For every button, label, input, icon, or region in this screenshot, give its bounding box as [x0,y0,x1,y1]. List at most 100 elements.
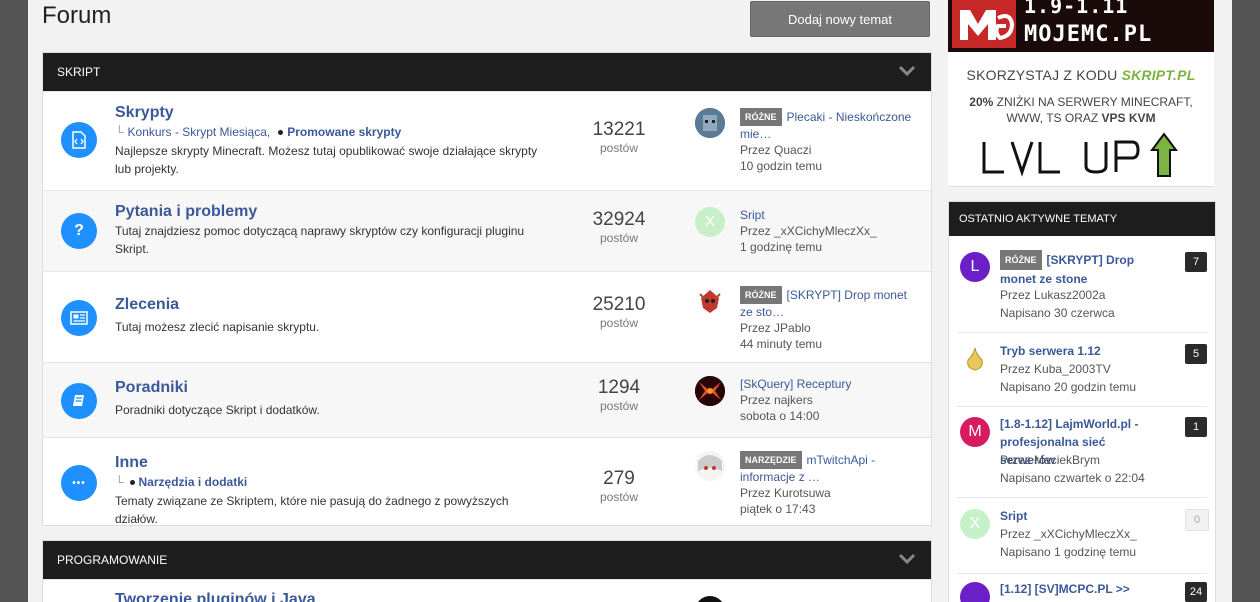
topic-tag: NARZĘDZIE [740,451,802,469]
username-link[interactable]: _xXCichyMleczXx_ [774,224,877,238]
last-post-title[interactable]: Sript [740,207,920,223]
post-count-value: 279 [603,468,635,489]
post-count-label: postów [599,141,639,155]
user-avatar[interactable]: L [960,252,990,282]
subforum-list: └ Konkurs - Skrypt Miesiąca, Promowane skr… [115,125,401,139]
last-post-author: Przez najkers [740,392,920,408]
username-link[interactable]: Lukasz2002a [1034,288,1105,302]
user-avatar[interactable] [695,108,725,138]
reply-count-badge: 5 [1185,344,1207,364]
topic-author: Przez _xXCichyMleczXx_ [1000,525,1137,543]
post-count: 13221 postów [578,119,660,155]
post-count-value: 25210 [592,294,646,315]
username-link[interactable]: MaciekBrym [1034,453,1100,467]
by-prefix: Przez [1000,527,1031,541]
topic-title[interactable]: Sript [1000,507,1148,525]
forum-title[interactable]: Pytania i problemy [115,203,257,221]
recent-topic-item[interactable]: X Sript Przez _xXCichyMleczXx_ Napisano … [957,507,1209,574]
username-link[interactable]: Kuba_2003TV [1034,362,1111,376]
last-post-time: 10 godzin temu [740,159,823,173]
by-prefix: Przez [740,393,771,407]
page-wrapper: Forum Dodaj nowy temat SKRIPT Skrypty └ K… [28,0,1232,602]
promo-line2-bold: VPS KVM [1101,111,1156,125]
username-link[interactable]: Kurotsuwa [774,486,831,500]
topic-title[interactable]: RÓŻNE [SKRYPT] Drop monet ze stone [1000,250,1148,288]
topic-tag: RÓŻNE [740,108,782,126]
banner-site: MOJEMC.PL [1024,22,1153,47]
post-count: 25210 postów [578,294,660,330]
mojemc-banner[interactable]: 1.9-1.11 MOJEMC.PL [948,0,1214,52]
user-avatar[interactable] [960,582,990,602]
promo-banner[interactable]: 1.9-1.11 MOJEMC.PL SKORZYSTAJ Z KODU SKR… [948,0,1214,187]
collapse-chevron-icon[interactable] [897,549,917,569]
user-avatar[interactable] [695,451,725,481]
last-post-info: NARZĘDZIE mTwitchApi - informacje z … Prz… [740,451,920,517]
subforum-link[interactable]: Promowane skrypty [287,125,401,139]
user-avatar[interactable]: M [960,417,990,447]
forum-title[interactable]: Tworzenie pluginów i Java [115,591,316,602]
page-title: Forum [42,2,112,29]
subforum-link[interactable]: Konkurs - Skrypt Miesiąca, [128,125,271,139]
mojemc-logo-icon [952,0,1016,48]
topic-time: Napisano czwartek o 22:04 [1000,471,1145,485]
forum-description: Tutaj znajdziesz pomoc dotyczącą naprawy… [115,224,525,256]
username-link[interactable]: _xXCichyMleczXx_ [1034,527,1137,541]
forum-row-zlecenia: Zlecenia Tutaj możesz zlecić napisanie s… [43,271,931,362]
post-count-label: postów [599,231,639,245]
forum-title[interactable]: Skrypty [115,104,174,122]
last-post-info: Sript Przez _xXCichyMleczXx_ 1 godzinę t… [740,207,920,255]
forum-title[interactable]: Inne [115,454,148,472]
user-avatar[interactable] [695,286,725,316]
last-post-author: Przez _xXCichyMleczXx_ [740,223,920,239]
username-link[interactable]: JPablo [774,321,811,335]
unread-dot-icon [278,130,284,135]
forum-title[interactable]: Zlecenia [115,296,179,314]
topic-author: Przez Lukasz2002a [1000,286,1105,304]
user-avatar[interactable] [695,596,725,602]
topic-tag: RÓŻNE [740,286,782,304]
last-post-info: RÓŻNE [SKRYPT] Drop monet ze sto… Przez J… [740,286,920,352]
recent-topic-item[interactable]: M [1.8-1.12] LajmWorld.pl - profesjonaln… [957,415,1207,498]
user-avatar[interactable] [695,376,725,406]
recent-topic-item[interactable]: Tryb serwera 1.12 Przez Kuba_2003TV Napi… [957,342,1207,407]
forum-row-pytania: ? Pytania i problemy Tutaj znajdziesz po… [43,190,931,271]
reply-count-badge: 7 [1185,252,1207,272]
last-post-title[interactable]: [SkQuery] Receptury [740,376,920,392]
last-post-author: Przez Kurotsuwa [740,485,920,501]
forum-row-tworzenie: Tworzenie pluginów i Java [43,579,931,602]
new-topic-button[interactable]: Dodaj nowy temat [750,1,930,37]
user-avatar[interactable]: X [960,509,990,539]
onion-avatar-icon[interactable] [960,344,990,374]
promo-line1: ZNIŻKI NA SERWERY MINECRAFT, [996,95,1193,109]
promo-code-prefix: SKORZYSTAJ Z KODU [966,67,1118,83]
forum-description: Poradniki dotyczące Skript i dodatków. [115,403,320,417]
promo-code: SKRIPT.PL [1121,67,1196,83]
recent-topic-item[interactable]: [1.12] [SV]MCPC.PL >> Twój 24 [957,580,1207,602]
last-post-title[interactable]: RÓŻNE [SKRYPT] Drop monet ze sto… [740,286,920,320]
post-count-label: postów [599,399,639,413]
last-post-time: sobota o 14:00 [740,409,820,423]
collapse-chevron-icon[interactable] [897,61,917,81]
forum-row-poradniki: Poradniki Poradniki dotyczące Skript i d… [43,362,931,437]
last-post-title[interactable]: NARZĘDZIE mTwitchApi - informacje z … [740,451,920,485]
post-count: 1294 postów [578,377,660,413]
topic-title[interactable]: [1.12] [SV]MCPC.PL >> Twój [1000,580,1148,602]
last-post-author: Przez Quaczi [740,142,920,158]
forum-row-inne: ••• Inne └ Narzędzia i dodatki Tematy zwi… [43,437,931,529]
subforum-arrow-icon: └ [115,475,124,489]
by-prefix: Przez [1000,453,1031,467]
recent-topic-item[interactable]: L RÓŻNE [SKRYPT] Drop monet ze stone Prze… [957,250,1207,333]
topic-title[interactable]: Tryb serwera 1.12 [1000,342,1148,360]
by-prefix: Przez [740,224,771,238]
username-link[interactable]: najkers [774,393,813,407]
topic-time: Napisano 20 godzin temu [1000,380,1137,394]
last-post-title[interactable]: RÓŻNE Plecaki - Nieskończone mie… [740,108,920,142]
user-avatar[interactable]: X [695,207,725,237]
topic-author: Przez MaciekBrym [1000,451,1100,469]
book-icon [61,383,97,419]
by-prefix: Przez [1000,362,1031,376]
widget-header: OSTATNIO AKTYWNE TEMATY [949,202,1215,236]
subforum-link[interactable]: Narzędzia i dodatki [139,475,248,489]
username-link[interactable]: Quaczi [774,143,811,157]
forum-title[interactable]: Poradniki [115,379,188,397]
